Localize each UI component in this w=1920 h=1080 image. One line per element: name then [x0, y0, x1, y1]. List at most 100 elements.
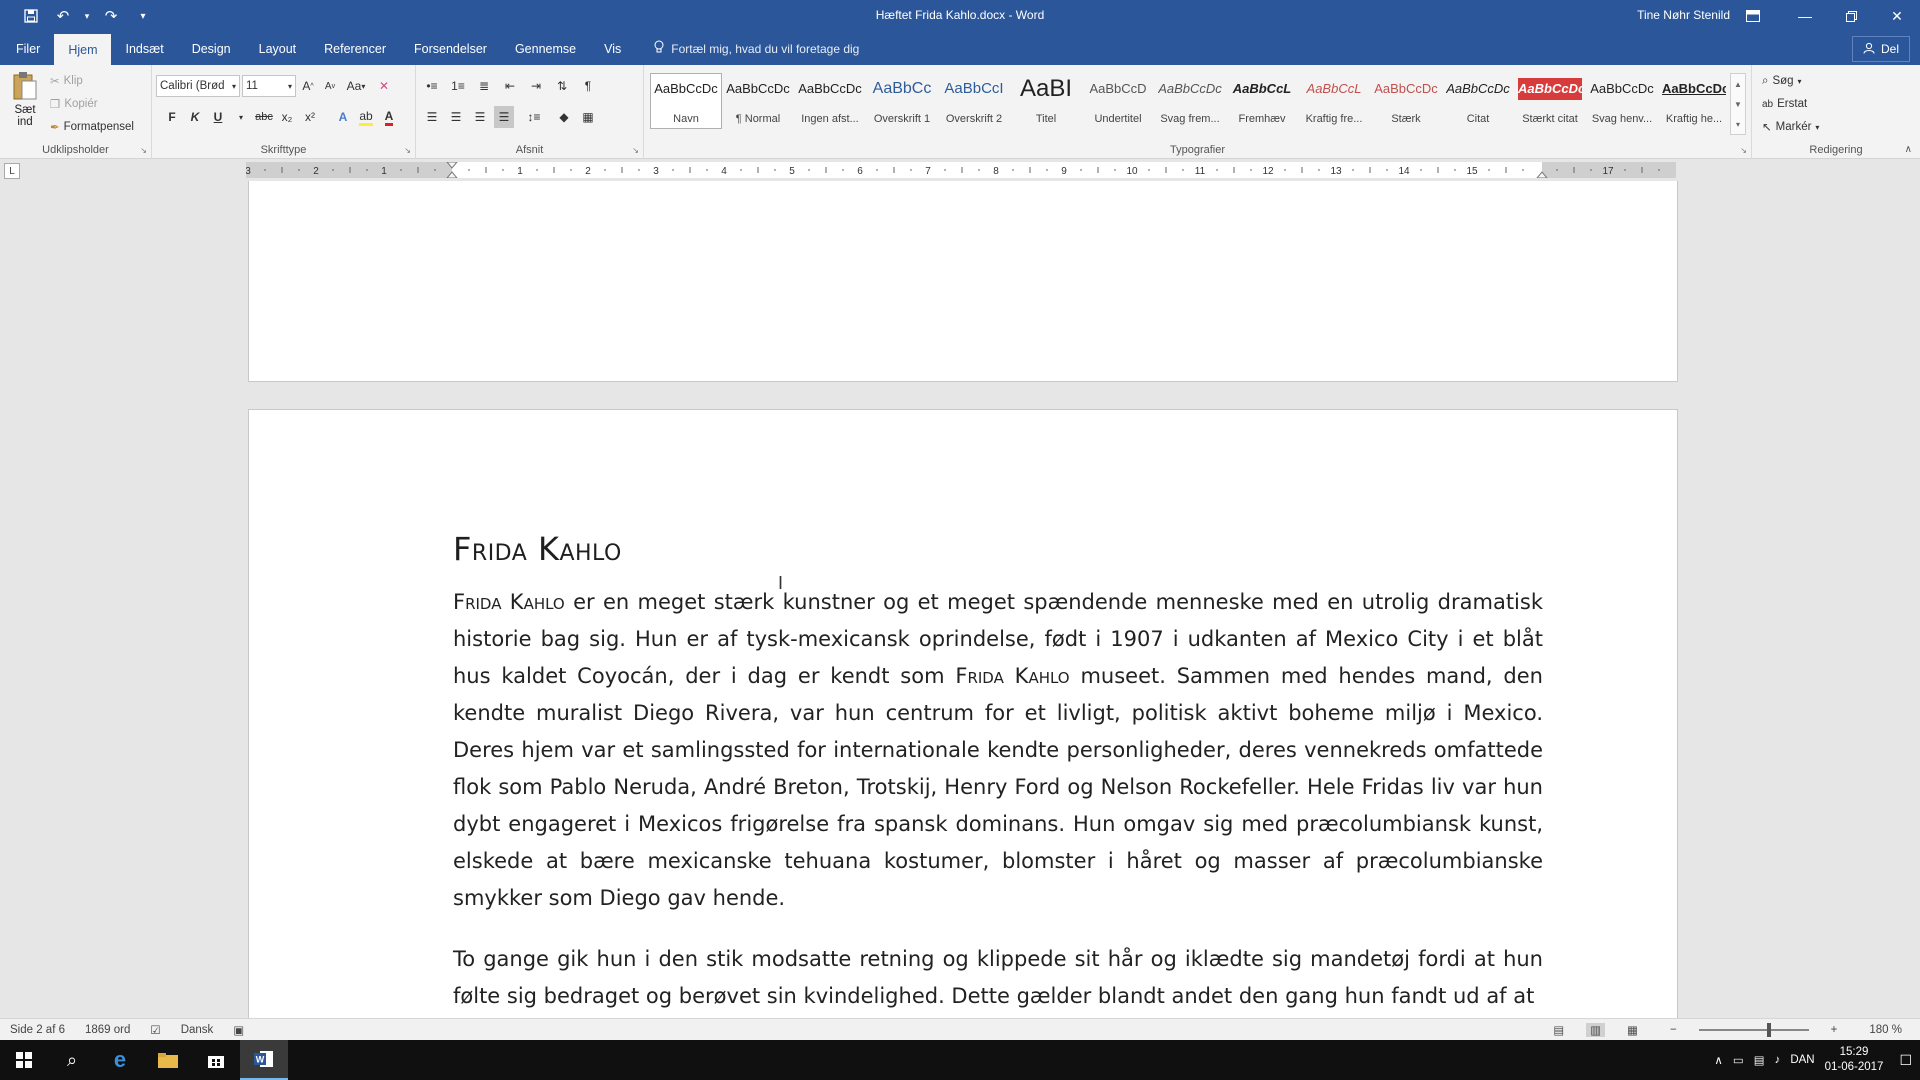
font-name-combo[interactable]: Calibri (Brød ▾	[156, 75, 240, 97]
restore-icon[interactable]	[1828, 0, 1874, 32]
minimize-icon[interactable]: —	[1782, 0, 1828, 32]
right-indent-marker[interactable]	[1536, 171, 1548, 178]
zoom-slider-thumb[interactable]	[1766, 1023, 1771, 1037]
text-effects-icon[interactable]: A	[333, 106, 353, 128]
dialog-launcher-icon[interactable]: ↘	[140, 146, 147, 155]
style-normal[interactable]: AaBbCcDc ¶ Normal	[722, 73, 794, 129]
zoom-level[interactable]: 180 %	[1859, 1024, 1912, 1036]
page-content[interactable]: Frida Kahlo Frida Kahlo er en meget stær…	[453, 530, 1543, 1015]
word-app-icon[interactable]: W	[240, 1040, 288, 1080]
style-subtle-emphasis[interactable]: AaBbCcDc Svag frem...	[1154, 73, 1226, 129]
italic-button[interactable]: K	[185, 106, 205, 128]
multilevel-list-icon[interactable]: ≣	[474, 75, 494, 97]
style-heading-1[interactable]: AaBbCc Overskrift 1	[866, 73, 938, 129]
user-name[interactable]: Tine Nøhr Stenild	[1637, 8, 1730, 22]
dialog-launcher-icon[interactable]: ↘	[404, 146, 411, 155]
proofing-icon[interactable]: ☑	[140, 1023, 170, 1037]
find-button[interactable]: ⌕ Søg ▾	[1762, 71, 1819, 91]
font-color-icon[interactable]: A	[379, 106, 399, 128]
style-no-spacing[interactable]: AaBbCcDc Ingen afst...	[794, 73, 866, 129]
decrease-indent-icon[interactable]: ⇤	[500, 75, 520, 97]
bullets-icon[interactable]: •≡	[422, 75, 442, 97]
chevron-up-icon[interactable]: ▲	[1734, 80, 1742, 89]
save-icon[interactable]	[18, 3, 44, 29]
copy-button[interactable]: ❐ Kopiér	[50, 94, 134, 114]
highlight-icon[interactable]: ab	[356, 106, 376, 128]
style-emphasis[interactable]: AaBbCcL Fremhæv	[1226, 73, 1298, 129]
subscript-button[interactable]: x₂	[277, 106, 297, 128]
first-line-indent-marker[interactable]	[446, 162, 458, 169]
style-intense-reference[interactable]: AaBbCcDc Kraftig he...	[1658, 73, 1730, 129]
customize-qat-icon[interactable]: ▾	[130, 3, 156, 29]
font-size-combo[interactable]: 11 ▾	[242, 75, 296, 97]
web-layout-icon[interactable]: ▦	[1617, 1023, 1648, 1037]
clock[interactable]: 15:29 01-06-2017	[1825, 1045, 1884, 1075]
zoom-slider[interactable]	[1698, 1023, 1809, 1037]
word-count[interactable]: 1869 ord	[75, 1024, 140, 1036]
sort-icon[interactable]: ⇅	[552, 75, 572, 97]
page-count[interactable]: Side 2 af 6	[0, 1024, 75, 1036]
borders-icon[interactable]: ▦	[578, 106, 598, 128]
share-button[interactable]: Del	[1851, 36, 1910, 62]
styles-gallery-scroll[interactable]: ▲ ▼ ▾	[1730, 73, 1746, 135]
notifications-icon[interactable]: ☐	[1899, 1052, 1912, 1069]
zoom-in-icon[interactable]: +	[1821, 1024, 1848, 1036]
search-icon[interactable]: ⌕	[48, 1040, 96, 1080]
dialog-launcher-icon[interactable]: ↘	[1740, 146, 1747, 155]
windows-start-icon[interactable]	[0, 1040, 48, 1080]
line-spacing-icon[interactable]: ↕≡	[524, 106, 544, 128]
justify-icon[interactable]: ☰	[494, 106, 514, 128]
tab-references[interactable]: Referencer	[310, 32, 400, 65]
battery-icon[interactable]: ▭	[1733, 1053, 1744, 1067]
underline-button[interactable]: U	[208, 106, 228, 128]
style-quote[interactable]: AaBbCcDc Citat	[1442, 73, 1514, 129]
zoom-out-icon[interactable]: −	[1660, 1024, 1687, 1036]
strikethrough-button[interactable]: abc	[254, 106, 274, 128]
edge-browser-icon[interactable]: e	[96, 1040, 144, 1080]
network-icon[interactable]: ▤	[1754, 1053, 1765, 1067]
read-mode-icon[interactable]: ▤	[1543, 1023, 1574, 1037]
dialog-launcher-icon[interactable]: ↘	[632, 146, 639, 155]
tab-file[interactable]: Filer	[0, 32, 54, 65]
print-layout-icon[interactable]: ▥	[1586, 1023, 1606, 1037]
cut-button[interactable]: ✂ Klip	[50, 71, 134, 91]
left-indent-marker[interactable]	[446, 171, 458, 178]
tab-insert[interactable]: Indsæt	[111, 32, 177, 65]
change-case-button[interactable]: Aa ▾	[346, 75, 366, 97]
superscript-button[interactable]: x²	[300, 106, 320, 128]
input-language[interactable]: DAN	[1790, 1054, 1814, 1066]
clear-formatting-icon[interactable]: ✕	[374, 75, 394, 97]
style-title[interactable]: AaBI Titel	[1010, 73, 1082, 129]
numbering-icon[interactable]: 1≡	[448, 75, 468, 97]
style-intense-quote[interactable]: AaBbCcDc Stærkt citat	[1514, 73, 1586, 129]
style-navn[interactable]: AaBbCcDc Navn	[650, 73, 722, 129]
chevron-down-icon[interactable]: ▼	[1734, 100, 1742, 109]
file-explorer-icon[interactable]	[144, 1040, 192, 1080]
align-left-icon[interactable]: ☰	[422, 106, 442, 128]
collapse-ribbon-icon[interactable]: ∧	[1905, 144, 1912, 155]
align-right-icon[interactable]: ☰	[470, 106, 490, 128]
tab-design[interactable]: Design	[178, 32, 245, 65]
tab-selector[interactable]: L	[4, 163, 20, 179]
paragraph-1[interactable]: Frida Kahlo er en meget stærk kunstner o…	[453, 584, 1543, 917]
align-center-icon[interactable]: ☰	[446, 106, 466, 128]
style-heading-2[interactable]: AaBbCcI Overskrift 2	[938, 73, 1010, 129]
tab-home[interactable]: Hjem	[54, 34, 112, 65]
paragraph-2[interactable]: To gange gik hun i den stik modsatte ret…	[453, 941, 1543, 1015]
ribbon-display-options-icon[interactable]	[1730, 0, 1776, 32]
shading-icon[interactable]: ◆	[554, 106, 574, 128]
chevron-down-icon[interactable]: ▾	[231, 106, 251, 128]
close-icon[interactable]: ✕	[1874, 0, 1920, 32]
undo-icon[interactable]: ↶	[50, 3, 76, 29]
tab-layout[interactable]: Layout	[245, 32, 311, 65]
chevron-down-icon[interactable]: ▾	[82, 3, 92, 29]
tab-view[interactable]: Vis	[590, 32, 635, 65]
style-intense-emphasis[interactable]: AaBbCcL Kraftig fre...	[1298, 73, 1370, 129]
bold-button[interactable]: F	[162, 106, 182, 128]
format-painter-button[interactable]: ✒ Formatpensel	[50, 117, 134, 137]
paste-button[interactable]: Sæt ind	[8, 71, 42, 135]
shrink-font-button[interactable]: Av	[320, 75, 340, 97]
volume-icon[interactable]: ♪	[1775, 1054, 1781, 1066]
tell-me-box[interactable]: Fortæl mig, hvad du vil foretage dig	[635, 32, 859, 65]
heading-1[interactable]: Frida Kahlo	[453, 530, 1543, 578]
